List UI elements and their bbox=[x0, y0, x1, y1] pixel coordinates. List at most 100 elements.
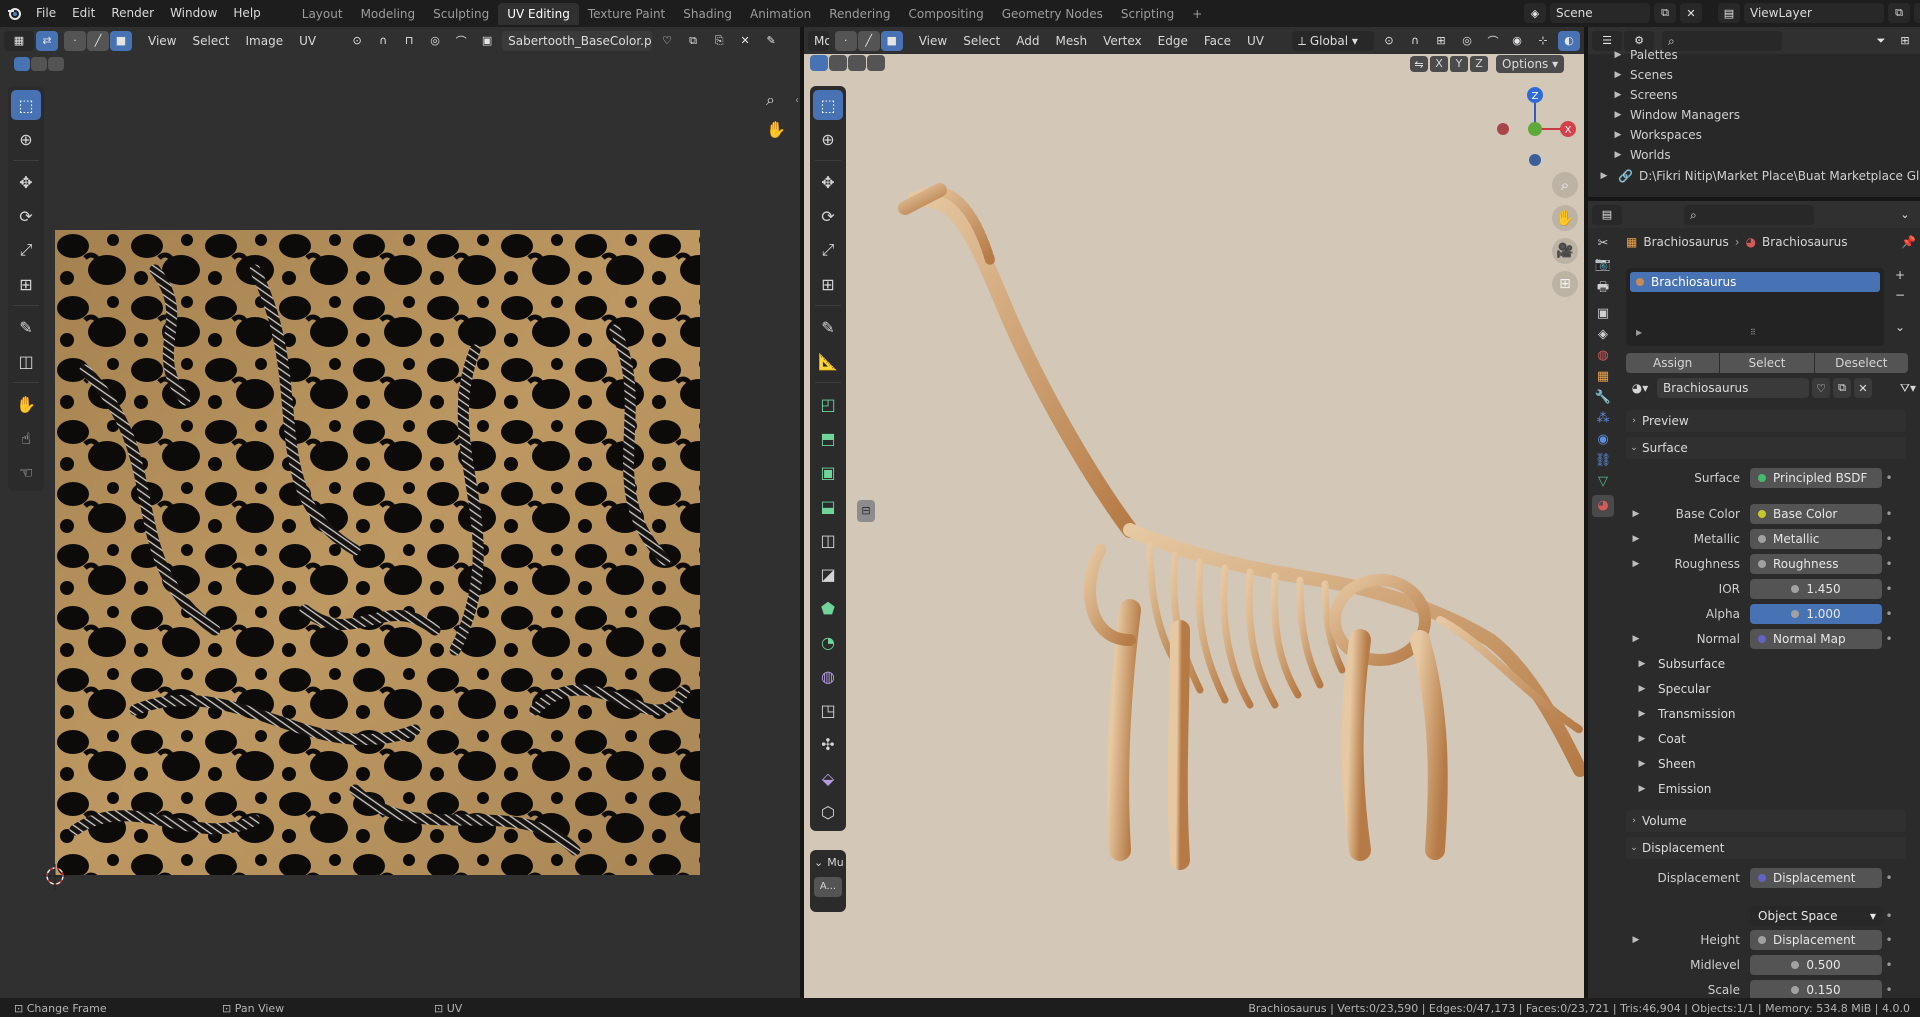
mirror-z-toggle[interactable]: Z bbox=[1470, 56, 1488, 72]
tab-rendering[interactable]: Rendering bbox=[820, 3, 899, 25]
tab-modeling[interactable]: Modeling bbox=[352, 3, 425, 25]
keyframe-dot-icon[interactable]: • bbox=[1882, 909, 1896, 923]
menu-help[interactable]: Help bbox=[225, 0, 268, 26]
delete-scene-icon[interactable]: ✕ bbox=[1680, 3, 1702, 23]
prop-value-field[interactable]: 0.500 bbox=[1750, 955, 1882, 975]
prop-value-field[interactable]: Displacement bbox=[1750, 868, 1882, 888]
expand-icon[interactable]: ▶ bbox=[1610, 110, 1626, 120]
annotate-tool-icon[interactable]: ✎ bbox=[11, 312, 41, 342]
viewport-menu-face[interactable]: Face bbox=[1196, 34, 1239, 48]
2d-cursor-icon[interactable] bbox=[40, 862, 70, 892]
expand-socket-icon[interactable]: ▶ bbox=[1628, 935, 1644, 945]
face-select-icon[interactable]: ■ bbox=[110, 30, 132, 51]
pivot-icon[interactable]: ⊙ bbox=[346, 31, 368, 51]
loop-cut-tool-icon[interactable]: ◫ bbox=[813, 525, 843, 555]
view-layer-field[interactable]: ViewLayer bbox=[1744, 3, 1884, 23]
mode-dropdown[interactable]: Mode bbox=[808, 30, 829, 51]
displacement-panel-header[interactable]: ⌄ Displacement bbox=[1626, 837, 1906, 859]
scene-icon[interactable]: ◈ bbox=[1524, 3, 1546, 23]
uv-menu-image[interactable]: Image bbox=[238, 34, 292, 48]
measure-tool-icon[interactable]: 📐 bbox=[813, 346, 843, 376]
properties-search-input[interactable]: ⌕ bbox=[1684, 204, 1814, 225]
overlay-icon[interactable]: ◐ bbox=[1558, 30, 1580, 51]
expand-socket-icon[interactable]: ▶ bbox=[1628, 534, 1644, 544]
duplicate-material-icon[interactable]: ⧉ bbox=[1833, 378, 1851, 398]
grab-tool-icon[interactable]: ✋ bbox=[11, 389, 41, 419]
rip-tool-icon[interactable]: ◫ bbox=[11, 346, 41, 376]
select-invert-icon[interactable] bbox=[867, 55, 885, 71]
transform-tool-icon[interactable]: ⊞ bbox=[11, 269, 41, 299]
viewport-menu-add[interactable]: Add bbox=[1008, 34, 1047, 48]
viewport-menu-view[interactable]: View bbox=[911, 34, 955, 48]
navigation-gizmo[interactable]: Z X bbox=[1490, 85, 1580, 175]
transform-tool-icon[interactable]: ⊞ bbox=[813, 269, 843, 299]
keyframe-dot-icon[interactable]: • bbox=[1882, 557, 1896, 571]
last-op-button[interactable]: A... bbox=[814, 877, 842, 897]
relax-tool-icon[interactable]: ☝ bbox=[11, 423, 41, 453]
falloff-icon[interactable]: ⌒ bbox=[1482, 31, 1504, 51]
remove-slot-icon[interactable]: − bbox=[1890, 288, 1910, 306]
fake-user-icon[interactable]: ♡ bbox=[656, 31, 678, 51]
volume-panel-header[interactable]: › Volume bbox=[1626, 810, 1906, 832]
move-tool-icon[interactable]: ✥ bbox=[813, 167, 843, 197]
keyframe-dot-icon[interactable]: • bbox=[1882, 532, 1896, 546]
delete-view-layer-icon[interactable]: ✕ bbox=[1914, 3, 1920, 23]
annotate-tool-icon[interactable]: ✎ bbox=[813, 312, 843, 342]
material-tab-icon[interactable]: ◕ bbox=[1592, 495, 1614, 517]
uv-texture-canvas[interactable] bbox=[55, 230, 700, 875]
tab-compositing[interactable]: Compositing bbox=[899, 3, 992, 25]
menu-file[interactable]: File bbox=[28, 0, 64, 26]
outliner-item-palettes[interactable]: ▶ Palettes bbox=[1610, 45, 1678, 65]
rip-tool-icon[interactable]: ⬡ bbox=[813, 797, 843, 827]
material-slot-item[interactable]: Brachiosaurus bbox=[1630, 272, 1880, 292]
prop-value-field[interactable]: Normal Map bbox=[1750, 629, 1882, 649]
image-browse-icon[interactable]: ▣ bbox=[476, 31, 498, 51]
pivot-point-icon[interactable]: ⊙ bbox=[1378, 31, 1400, 51]
render-tab-icon[interactable]: 📷 bbox=[1595, 257, 1611, 272]
prop-value-field[interactable]: Object Space ▾ bbox=[1750, 906, 1882, 926]
keyframe-dot-icon[interactable]: • bbox=[1882, 507, 1896, 521]
filter-icon[interactable]: ⏷ bbox=[1870, 31, 1892, 51]
collapsed-subsurface[interactable]: ▶ Subsurface bbox=[1634, 653, 1914, 675]
snap-target-icon[interactable]: ⊓ bbox=[398, 31, 420, 51]
outliner-item-screens[interactable]: ▶ Screens bbox=[1610, 85, 1678, 105]
options-icon[interactable]: ⌄ bbox=[1894, 205, 1916, 225]
menu-window[interactable]: Window bbox=[162, 0, 225, 26]
rotate-tool-icon[interactable]: ⟳ bbox=[11, 201, 41, 231]
viewport-menu-mesh[interactable]: Mesh bbox=[1047, 34, 1095, 48]
constraints-tab-icon[interactable]: ⛓ bbox=[1595, 453, 1612, 468]
add-slot-icon[interactable]: + bbox=[1890, 268, 1910, 286]
tab-texture-paint[interactable]: Texture Paint bbox=[579, 3, 674, 25]
zoom-icon[interactable]: ⌕ bbox=[766, 90, 775, 110]
expand-icon[interactable]: ▶ bbox=[1636, 328, 1642, 337]
keyframe-dot-icon[interactable]: • bbox=[1882, 607, 1896, 621]
keyframe-dot-icon[interactable]: • bbox=[1882, 582, 1896, 596]
uv-menu-select[interactable]: Select bbox=[184, 34, 237, 48]
tab-uv-editing[interactable]: UV Editing bbox=[498, 3, 579, 25]
shear-tool-icon[interactable]: ⬙ bbox=[813, 763, 843, 793]
proportional-icon[interactable]: ◎ bbox=[1456, 31, 1478, 51]
world-tab-icon[interactable]: ◍ bbox=[1597, 348, 1608, 363]
blender-logo-icon[interactable] bbox=[0, 0, 28, 26]
unlink-material-icon[interactable]: ✕ bbox=[1854, 378, 1872, 398]
outliner-item-window-managers[interactable]: ▶ Window Managers bbox=[1610, 105, 1740, 125]
collapsed-specular[interactable]: ▶ Specular bbox=[1634, 678, 1914, 700]
select-box-tool-icon[interactable]: ⬚ bbox=[813, 90, 843, 120]
new-view-layer-icon[interactable]: ⧉ bbox=[1888, 3, 1910, 23]
keyframe-dot-icon[interactable]: • bbox=[1882, 471, 1896, 485]
pin-icon[interactable]: ✎ bbox=[760, 31, 782, 51]
outliner-search-input[interactable]: ⌕ bbox=[1662, 30, 1782, 51]
tab-sculpting[interactable]: Sculpting bbox=[424, 3, 498, 25]
add-cube-tool-icon[interactable]: ◰ bbox=[813, 389, 843, 419]
modifier-tab-icon[interactable]: 🔧 bbox=[1595, 390, 1611, 405]
proportional-icon[interactable]: ◎ bbox=[424, 31, 446, 51]
tab-geometry-nodes[interactable]: Geometry Nodes bbox=[993, 3, 1112, 25]
object-tab-icon[interactable]: ▦ bbox=[1597, 369, 1609, 384]
orientation-dropdown[interactable]: ⟂ Global ▾ bbox=[1292, 30, 1374, 51]
poly-build-tool-icon[interactable]: ⬟ bbox=[813, 593, 843, 623]
keyframe-dot-icon[interactable]: • bbox=[1882, 958, 1896, 972]
knife-tool-icon[interactable]: ◪ bbox=[813, 559, 843, 589]
visibility-icon[interactable]: ◉ bbox=[1506, 31, 1528, 51]
select-new-icon[interactable] bbox=[14, 57, 30, 71]
smooth-tool-icon[interactable]: ◍ bbox=[813, 661, 843, 691]
